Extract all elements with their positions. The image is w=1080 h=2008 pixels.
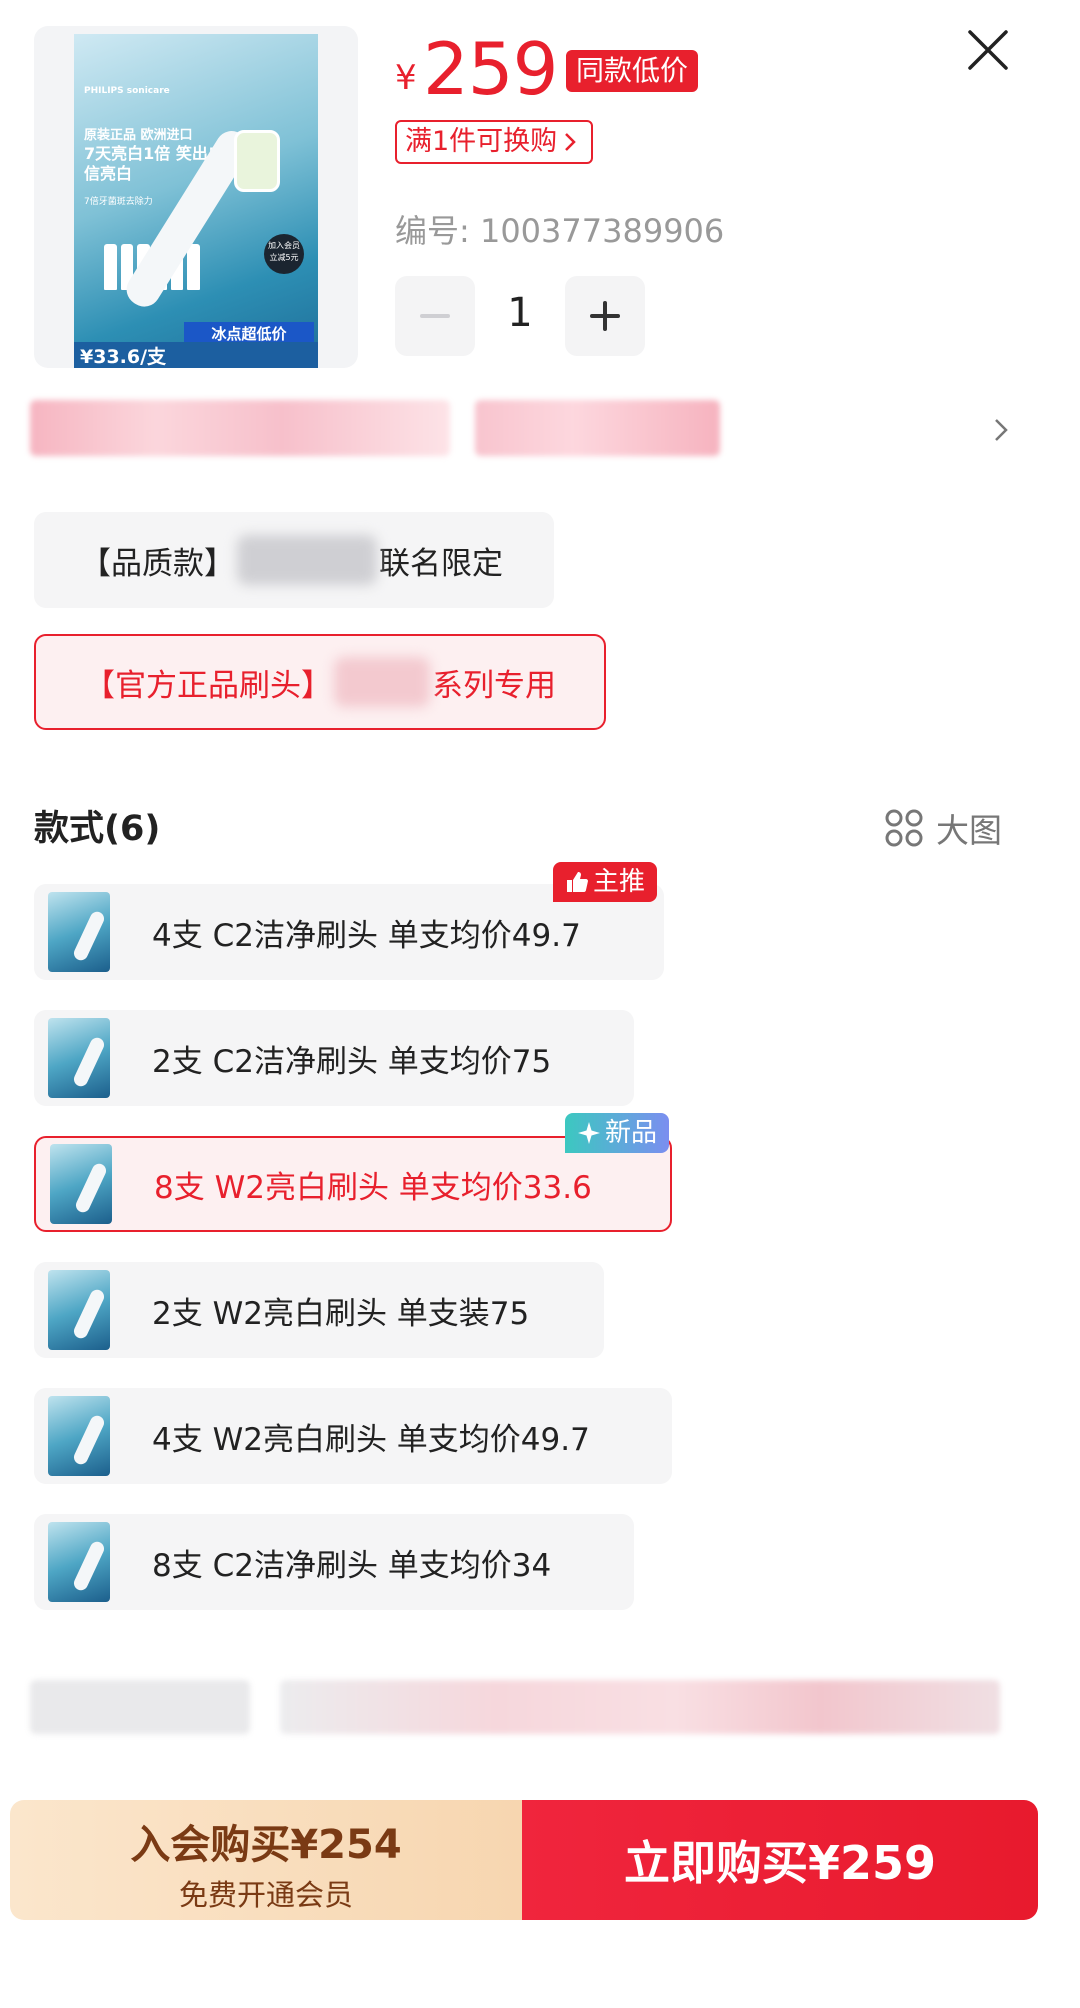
image-member-badge: 加入会员 立减5元 <box>264 234 304 274</box>
quantity-minus-button[interactable] <box>395 276 475 356</box>
style-thumbnail <box>48 1018 110 1098</box>
member-buy-button[interactable]: 入会购买¥254 免费开通会员 <box>10 1800 522 1920</box>
blurred-info <box>30 400 450 456</box>
variant-official[interactable]: 【官方正品刷头】 系列专用 <box>34 634 606 730</box>
style-item[interactable]: 2支 W2亮白刷头 单支装75 <box>34 1262 604 1358</box>
chevron-right-icon[interactable] <box>990 415 1014 445</box>
swap-purchase-label: 满1件可换购 <box>405 126 558 157</box>
new-badge: 新品 <box>565 1113 670 1153</box>
variant-quality[interactable]: 【品质款】 联名限定 <box>34 512 554 608</box>
buy-now-button[interactable]: 立即购买¥259 <box>522 1800 1038 1920</box>
recommended-badge: 主推 <box>553 862 658 902</box>
member-buy-sub: 免费开通会员 <box>178 1878 353 1912</box>
style-thumbnail <box>50 1144 112 1224</box>
blurred-info <box>280 1680 1000 1734</box>
style-thumbnail <box>48 1270 110 1350</box>
quantity-value[interactable]: 1 <box>480 290 560 336</box>
lowest-price-tag: 同款低价 <box>566 50 699 92</box>
style-label: 8支 W2亮白刷头 单支均价33.6 <box>154 1169 592 1206</box>
style-item[interactable]: 2支 C2洁净刷头 单支均价75 <box>34 1010 634 1106</box>
sku-code: 编号: 100377389906 <box>395 212 725 250</box>
buy-now-label: 立即购买¥259 <box>623 1836 937 1890</box>
product-image-art: PHILIPS sonicare 原装正品 欧洲进口 7天亮白1倍 笑出自信亮白… <box>74 34 318 368</box>
style-thumbnail <box>48 892 110 972</box>
grid-view-toggle[interactable]: 大图 <box>884 804 1002 852</box>
image-line1: 原装正品 欧洲进口 <box>84 128 193 143</box>
style-item[interactable]: 8支 C2洁净刷头 单支均价34 <box>34 1514 634 1610</box>
style-label: 4支 C2洁净刷头 单支均价49.7 <box>152 917 581 954</box>
style-thumbnail <box>48 1522 110 1602</box>
variant-official-suffix: 系列专用 <box>432 667 556 704</box>
thumbs-up-icon <box>567 872 588 892</box>
blurred-info <box>30 1680 250 1734</box>
image-brand: PHILIPS sonicare <box>84 86 170 96</box>
swap-purchase-tag[interactable]: 满1件可换购 <box>395 120 594 164</box>
image-line3: 7倍牙菌斑去除力 <box>84 197 153 207</box>
member-buy-label: 入会购买¥254 <box>130 1822 402 1868</box>
close-icon[interactable] <box>966 28 1010 72</box>
blurred-info <box>475 400 720 456</box>
quantity-plus-button[interactable] <box>565 276 645 356</box>
style-thumbnail <box>48 1396 110 1476</box>
price-value: 259 <box>423 27 558 111</box>
variant-official-prefix: 【官方正品刷头】 <box>84 667 332 704</box>
chevron-right-icon <box>565 133 576 151</box>
recommended-badge-label: 主推 <box>593 867 646 897</box>
masked-text <box>334 657 430 707</box>
variant-quality-suffix: 联名限定 <box>379 545 503 582</box>
style-label: 8支 C2洁净刷头 单支均价34 <box>152 1547 552 1584</box>
product-image[interactable]: PHILIPS sonicare 原装正品 欧洲进口 7天亮白1倍 笑出自信亮白… <box>34 26 358 368</box>
style-item[interactable]: 4支 W2亮白刷头 单支均价49.7 <box>34 1388 672 1484</box>
brush-head-graphic <box>234 130 280 192</box>
style-label: 4支 W2亮白刷头 单支均价49.7 <box>152 1421 590 1458</box>
image-price: ¥33.6/支 <box>74 342 318 368</box>
grid-icon <box>885 809 923 847</box>
grid-view-label: 大图 <box>936 811 1002 850</box>
styles-title: 款式(6) <box>34 809 161 849</box>
masked-text <box>237 535 377 585</box>
variant-quality-prefix: 【品质款】 <box>80 545 235 582</box>
plus-icon <box>590 301 620 331</box>
currency-symbol: ¥ <box>395 58 417 98</box>
sparkle-icon <box>578 1122 600 1144</box>
style-label: 2支 W2亮白刷头 单支装75 <box>152 1295 530 1332</box>
minus-icon <box>420 314 450 318</box>
style-label: 2支 C2洁净刷头 单支均价75 <box>152 1043 552 1080</box>
new-badge-label: 新品 <box>605 1118 658 1148</box>
